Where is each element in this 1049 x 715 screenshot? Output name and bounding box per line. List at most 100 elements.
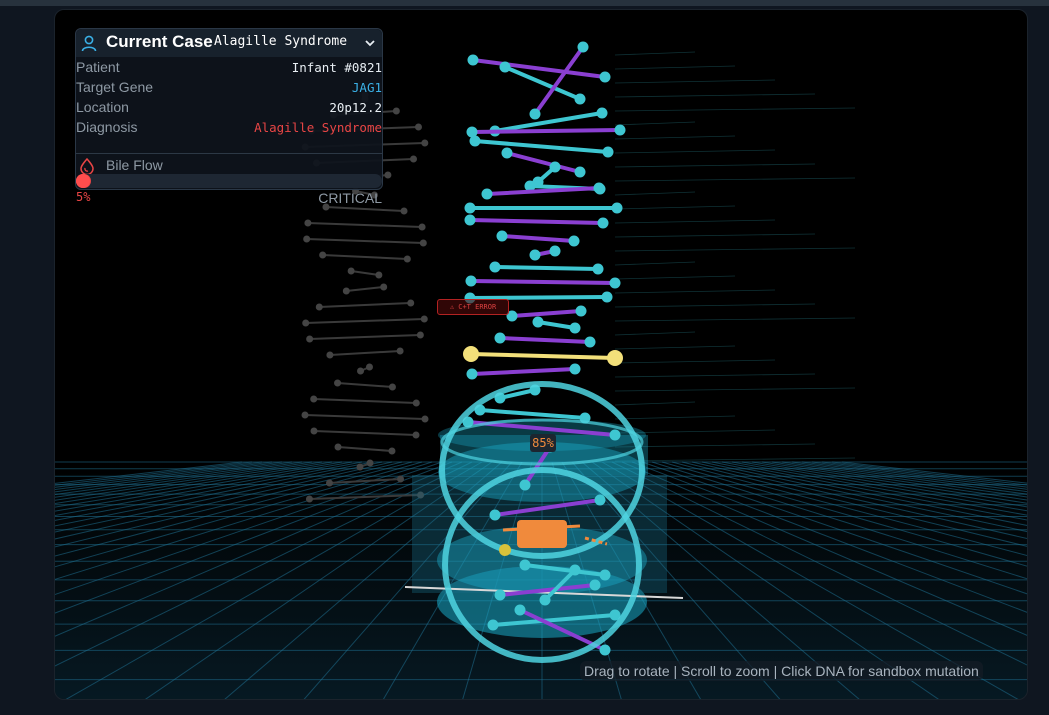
nucleotide bbox=[549, 161, 561, 173]
ghost-node bbox=[304, 219, 312, 227]
nucleotide bbox=[494, 332, 506, 344]
bg-line bbox=[614, 387, 856, 392]
bg-line bbox=[614, 135, 736, 140]
ghost-rung bbox=[306, 238, 424, 244]
nucleotide bbox=[599, 569, 611, 581]
ghost-node bbox=[414, 123, 422, 131]
mutation-error-tag: ⚠ C+T ERROR bbox=[437, 299, 509, 315]
base-pair bbox=[468, 295, 609, 300]
bg-line bbox=[614, 79, 776, 84]
bg-line bbox=[614, 345, 736, 350]
ghost-node bbox=[302, 319, 310, 327]
ghost-node bbox=[315, 303, 323, 311]
base-pair bbox=[470, 367, 577, 376]
ghost-rung bbox=[337, 446, 393, 452]
ghost-node bbox=[421, 139, 429, 147]
ghost-rung bbox=[346, 286, 384, 292]
ghost-node bbox=[419, 239, 427, 247]
controls-hint: Drag to rotate | Scroll to zoom | Click … bbox=[580, 661, 983, 681]
ghost-node bbox=[334, 379, 342, 387]
ghost-node bbox=[319, 251, 327, 259]
nucleotide bbox=[577, 41, 589, 53]
nucleotide bbox=[519, 479, 531, 491]
nucleotide bbox=[529, 249, 541, 261]
base-pair bbox=[478, 408, 587, 420]
bg-line bbox=[614, 233, 816, 238]
case-panel: Current Case Alagille Syndrome Patient I… bbox=[75, 28, 383, 206]
nucleotide bbox=[496, 230, 508, 242]
ghost-rung bbox=[305, 318, 425, 324]
nucleotide bbox=[532, 316, 544, 328]
nucleotide bbox=[464, 202, 476, 214]
case-select-value: Alagille Syndrome bbox=[214, 34, 348, 49]
ghost-node bbox=[305, 495, 313, 503]
nucleotide bbox=[574, 166, 586, 178]
nucleotide bbox=[464, 214, 476, 226]
nucleotide bbox=[575, 305, 587, 317]
ghost-node bbox=[384, 171, 392, 179]
chevron-down-icon bbox=[365, 40, 375, 47]
bg-line bbox=[614, 359, 776, 364]
nucleotide bbox=[529, 108, 541, 120]
nucleotide bbox=[593, 182, 605, 194]
bg-line bbox=[614, 51, 696, 56]
dna-viewport[interactable]: ⚠ C+T ERROR 85% Current Case Alagille Sy… bbox=[54, 9, 1028, 700]
nucleotide bbox=[489, 509, 501, 521]
ghost-node bbox=[301, 411, 309, 419]
nucleotide bbox=[609, 277, 621, 289]
ghost-node bbox=[357, 367, 365, 375]
location-row: Location 20p12.2 bbox=[76, 99, 382, 119]
ghost-node bbox=[310, 427, 318, 435]
base-pair bbox=[469, 279, 617, 285]
diagnosis-row: Diagnosis Alagille Syndrome bbox=[76, 119, 382, 139]
ghost-node bbox=[416, 331, 424, 339]
ghost-rung bbox=[325, 206, 405, 212]
bg-line bbox=[614, 303, 816, 308]
ghost-node bbox=[421, 415, 429, 423]
bg-line bbox=[614, 373, 816, 378]
nucleotide bbox=[494, 589, 506, 601]
base-pair bbox=[469, 352, 617, 360]
ghost-node bbox=[306, 335, 314, 343]
bg-line bbox=[614, 205, 736, 210]
nucleotide bbox=[569, 363, 581, 375]
nucleotide bbox=[592, 263, 604, 275]
bg-line bbox=[614, 275, 736, 280]
bg-line bbox=[614, 401, 696, 406]
nucleotide bbox=[514, 604, 526, 616]
nucleotide bbox=[584, 336, 596, 348]
ghost-node bbox=[388, 383, 396, 391]
base-pair bbox=[493, 111, 604, 133]
nucleotide bbox=[568, 235, 580, 247]
patient-row: Patient Infant #0821 bbox=[76, 59, 382, 79]
ghost-node bbox=[412, 431, 420, 439]
diagnosis-value: Alagille Syndrome bbox=[254, 120, 382, 135]
base-pair bbox=[536, 320, 577, 330]
user-icon bbox=[81, 35, 97, 52]
ghost-node bbox=[388, 447, 396, 455]
ghost-node bbox=[380, 283, 388, 291]
nucleotide bbox=[597, 217, 609, 229]
ghost-rung bbox=[337, 382, 393, 388]
nucleotide bbox=[465, 275, 477, 287]
base-pair bbox=[505, 151, 582, 174]
bg-line bbox=[614, 331, 696, 336]
base-pair bbox=[533, 45, 585, 116]
bg-line bbox=[614, 121, 696, 126]
ghost-node bbox=[326, 351, 334, 359]
nucleotide bbox=[549, 245, 561, 257]
base-pair bbox=[473, 139, 610, 154]
base-pair bbox=[500, 234, 576, 243]
ghost-node bbox=[303, 235, 311, 243]
location-value: 20p12.2 bbox=[329, 100, 382, 115]
bile-flow-bar bbox=[76, 174, 382, 188]
bile-flow-label: Bile Flow bbox=[106, 157, 163, 173]
nucleotide bbox=[589, 579, 601, 591]
ghost-rung bbox=[350, 270, 380, 276]
nucleotide bbox=[594, 494, 606, 506]
nucleotide bbox=[569, 564, 581, 576]
case-title: Current Case bbox=[106, 32, 213, 51]
progress-tag: 85% bbox=[530, 434, 556, 452]
bg-line bbox=[614, 289, 776, 294]
case-select[interactable]: Alagille Syndrome bbox=[210, 32, 382, 54]
